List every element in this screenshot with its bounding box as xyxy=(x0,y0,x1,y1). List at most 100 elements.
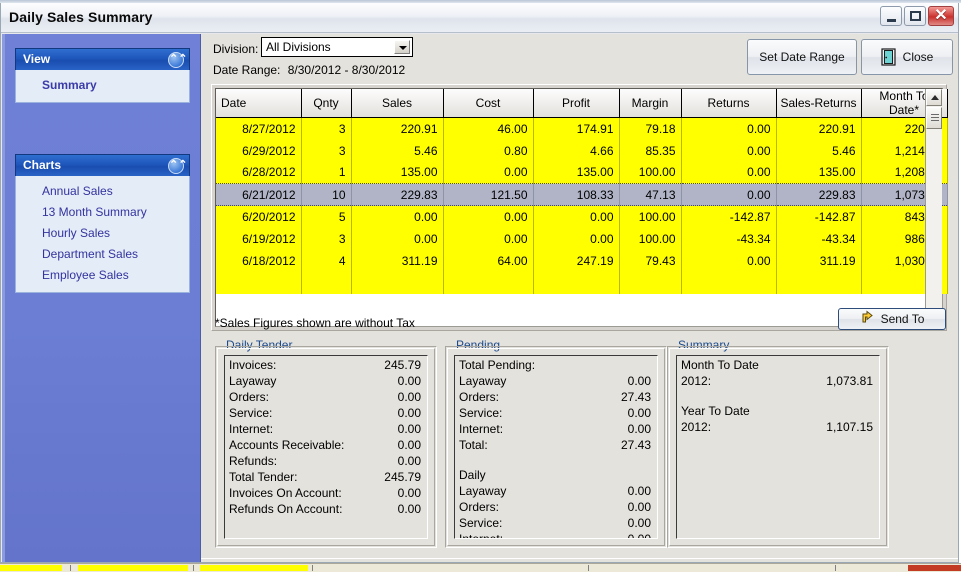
column-header-sales[interactable]: Sales xyxy=(351,89,444,118)
sidebar-panel-header-view[interactable]: View ⌃⌃ xyxy=(15,48,190,70)
cell-empty xyxy=(776,271,862,294)
cell-qnty: 3 xyxy=(301,227,352,250)
window-close-button[interactable]: ✕ xyxy=(928,6,954,26)
cell-date: 6/18/2012 xyxy=(216,249,302,272)
table-row-selected[interactable]: 6/21/2012 10 229.83 121.50 108.33 47.13 … xyxy=(216,183,948,206)
cell-sales: 229.83 xyxy=(351,183,444,206)
table-row[interactable]: 6/28/2012 1 135.00 0.00 135.00 100.00 0.… xyxy=(216,161,948,184)
summary-group: Summary Month To Date 2012: 1,073.81 Year… xyxy=(667,338,889,548)
item-value: 0.00 xyxy=(397,422,421,436)
item-key: Total Tender: xyxy=(229,470,298,484)
chevron-up-icon[interactable]: ⌃⌃ xyxy=(168,52,188,68)
cell-returns: -43.34 xyxy=(681,227,777,250)
main-window: Daily Sales Summary ✕ View ⌃⌃ Summary Ch… xyxy=(0,3,959,563)
cell-date: 6/28/2012 xyxy=(216,161,302,184)
sidebar-panel-body-charts: Annual Sales 13 Month Summary Hourly Sal… xyxy=(15,176,190,293)
item-key: 2012: xyxy=(681,420,712,434)
cell-returns: 0.00 xyxy=(681,117,777,140)
caret-up-icon[interactable] xyxy=(926,89,942,106)
cell-empty xyxy=(351,271,444,294)
send-to-button[interactable]: Send To xyxy=(838,308,946,330)
cell-sales: 0.00 xyxy=(351,205,444,228)
item-value: 0.00 xyxy=(397,454,421,468)
table-row-empty xyxy=(216,271,948,294)
table-row[interactable]: 6/29/2012 3 5.46 0.80 4.66 85.35 0.00 5.… xyxy=(216,139,948,162)
cell-qnty: 4 xyxy=(301,249,352,272)
column-header-sales-returns[interactable]: Sales-Returns xyxy=(776,89,862,118)
item-key: Internet: xyxy=(229,422,274,436)
chevron-up-glyph: ⌃⌃ xyxy=(169,159,188,171)
chevron-down-glyph xyxy=(399,46,407,50)
background-divider xyxy=(835,565,836,571)
division-selected-value: All Divisions xyxy=(266,40,331,54)
cell-empty xyxy=(443,271,534,294)
table-row[interactable]: 6/19/2012 3 0.00 0.00 0.00 100.00 -43.34… xyxy=(216,227,948,250)
date-range-value: 8/30/2012 - 8/30/2012 xyxy=(287,63,406,77)
sidebar-item-summary[interactable]: Summary xyxy=(16,75,189,96)
daily-tender-list: Invoices: 245.79 Layaway 0.00 Orders: 0.00 … xyxy=(224,355,428,539)
list-item: Year To Date xyxy=(681,404,873,420)
sidebar-item-annual-sales[interactable]: Annual Sales xyxy=(16,181,189,202)
sidebar-item-13-month-summary[interactable]: 13 Month Summary xyxy=(16,202,189,223)
item-value: 0.00 xyxy=(627,406,651,420)
list-item: Layaway 0.00 xyxy=(459,374,651,390)
scrollbar-thumb[interactable] xyxy=(926,107,942,129)
cell-profit: 0.00 xyxy=(533,227,620,250)
background-divider xyxy=(193,565,194,571)
column-header-date[interactable]: Date xyxy=(216,89,302,118)
set-date-range-button[interactable]: Set Date Range xyxy=(747,39,857,75)
chevron-up-icon[interactable]: ⌃⌃ xyxy=(168,158,188,174)
sidebar-panel-header-charts[interactable]: Charts ⌃⌃ xyxy=(15,154,190,176)
background-status-item xyxy=(908,565,961,571)
column-header-qnty[interactable]: Qnty xyxy=(301,89,352,118)
list-item: Orders: 0.00 xyxy=(229,390,421,406)
close-button[interactable]: Close xyxy=(861,39,953,75)
cell-profit: 4.66 xyxy=(533,139,620,162)
cell-margin: 100.00 xyxy=(619,205,682,228)
pending-list: Total Pending: Layaway 0.00 Orders: 27.43 … xyxy=(454,355,658,539)
chevron-down-icon[interactable] xyxy=(394,40,410,54)
column-header-margin[interactable]: Margin xyxy=(619,89,682,118)
item-value: 0.00 xyxy=(627,374,651,388)
chevron-up-glyph: ⌃⌃ xyxy=(169,53,188,65)
cell-qnty: 3 xyxy=(301,139,352,162)
cell-returns: 0.00 xyxy=(681,139,777,162)
list-item: Orders: 27.43 xyxy=(459,390,651,406)
list-item: Internet: 0.00 xyxy=(459,422,651,438)
background-divider xyxy=(70,565,71,571)
table-row[interactable]: 8/27/2012 3 220.91 46.00 174.91 79.18 0.… xyxy=(216,117,948,140)
minimize-button[interactable] xyxy=(880,6,902,26)
item-value: 245.79 xyxy=(384,470,421,484)
grid-vertical-scrollbar[interactable] xyxy=(925,89,942,326)
column-header-profit[interactable]: Profit xyxy=(533,89,620,118)
cell-sales: 311.19 xyxy=(351,249,444,272)
cell-sales-returns: -43.34 xyxy=(776,227,862,250)
table-row[interactable]: 6/18/2012 4 311.19 64.00 247.19 79.43 0.… xyxy=(216,249,948,272)
division-label: Division: xyxy=(213,42,259,56)
window-title: Daily Sales Summary xyxy=(9,9,153,25)
maximize-button[interactable] xyxy=(904,6,926,26)
cell-sales-returns: -142.87 xyxy=(776,205,862,228)
item-key: Internet: xyxy=(459,532,504,539)
table-row[interactable]: 6/20/2012 5 0.00 0.00 0.00 100.00 -142.8… xyxy=(216,205,948,228)
list-item: Service: 0.00 xyxy=(459,406,651,422)
list-item: Service: 0.00 xyxy=(459,516,651,532)
cell-sales: 220.91 xyxy=(351,117,444,140)
table-header-row: Date Qnty Sales Cost Profit Margin Retur… xyxy=(216,89,948,118)
cell-cost: 121.50 xyxy=(443,183,534,206)
sidebar-item-hourly-sales[interactable]: Hourly Sales xyxy=(16,223,189,244)
scrollbar-grip xyxy=(931,114,939,115)
item-key: Orders: xyxy=(229,390,270,404)
sidebar-item-employee-sales[interactable]: Employee Sales xyxy=(16,265,189,286)
list-item: Layaway 0.00 xyxy=(229,374,421,390)
item-value: 1,107.15 xyxy=(826,420,873,434)
cell-cost: 64.00 xyxy=(443,249,534,272)
sidebar-panel-charts: Charts ⌃⌃ Annual Sales 13 Month Summary … xyxy=(15,154,190,293)
division-dropdown[interactable]: All Divisions xyxy=(261,37,413,57)
column-header-returns[interactable]: Returns xyxy=(681,89,777,118)
cell-returns: -142.87 xyxy=(681,205,777,228)
list-item: Month To Date xyxy=(681,358,873,374)
background-taskbar-item xyxy=(200,565,308,571)
sidebar-item-department-sales[interactable]: Department Sales xyxy=(16,244,189,265)
column-header-cost[interactable]: Cost xyxy=(443,89,534,118)
